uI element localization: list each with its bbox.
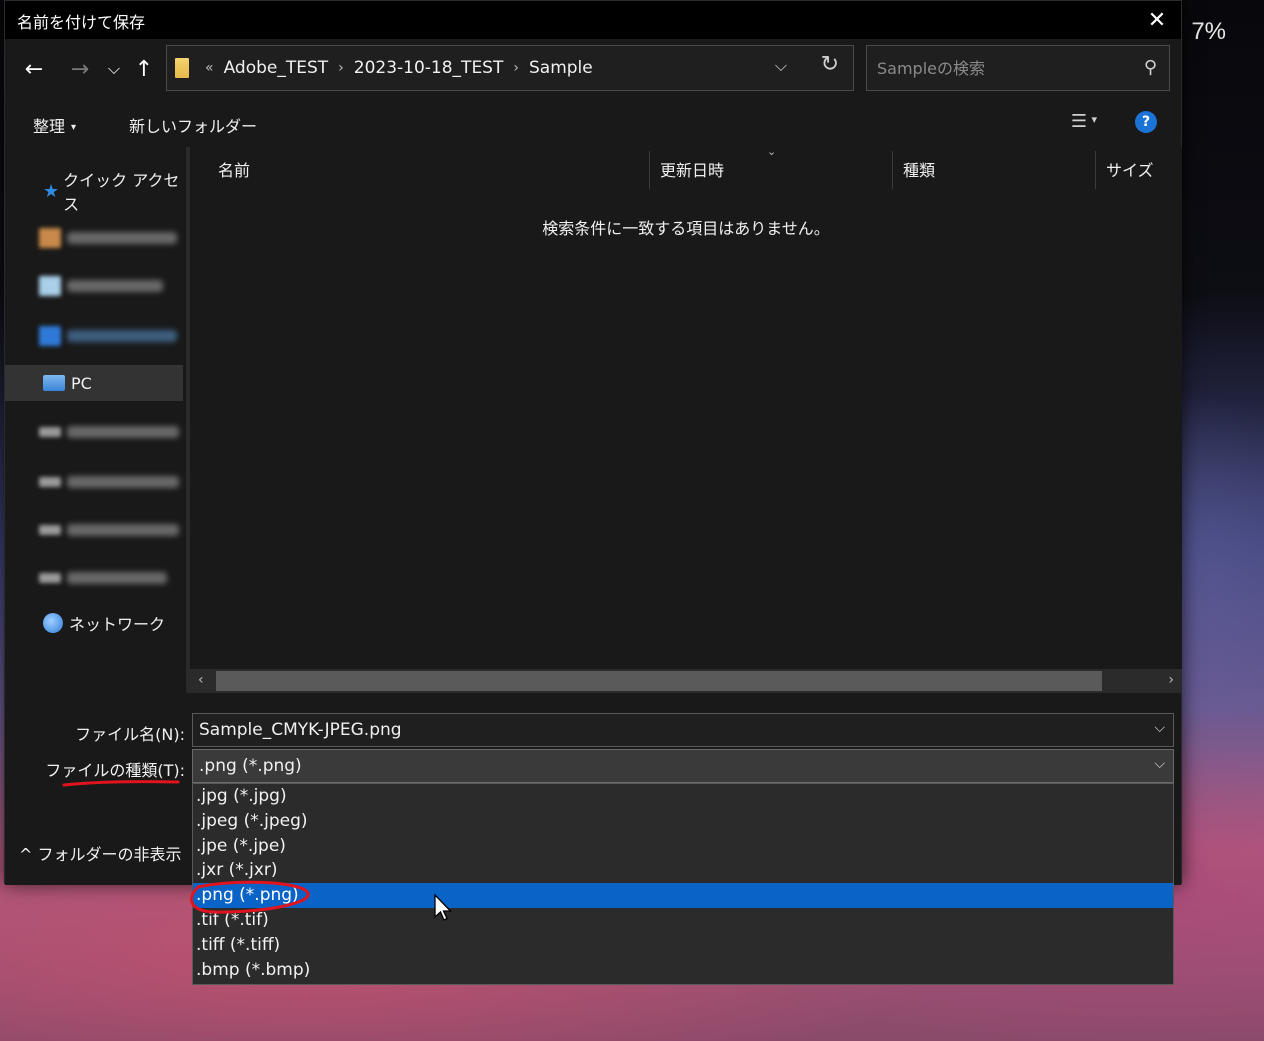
horizontal-scrollbar[interactable]: ‹ › bbox=[190, 669, 1182, 693]
redacted-icon bbox=[39, 276, 61, 296]
filetype-option-highlighted[interactable]: .png (*.png) bbox=[193, 883, 1173, 908]
file-list-view: 名前 ⌄ 更新日時 種類 サイズ 検索条件に一致する項目はありません。 ‹ › bbox=[190, 145, 1182, 693]
sidebar-item-redacted[interactable] bbox=[39, 519, 184, 541]
folder-icon bbox=[175, 58, 189, 78]
forward-button[interactable]: → bbox=[65, 51, 95, 87]
search-icon[interactable]: ⚲ bbox=[1144, 57, 1157, 78]
background-percent-text: 7% bbox=[1191, 18, 1226, 45]
sidebar-item-label: クイック アクセス bbox=[63, 171, 180, 214]
sidebar-item-redacted[interactable] bbox=[39, 227, 184, 249]
breadcrumb-separator[interactable]: › bbox=[338, 60, 344, 76]
scrollbar-thumb[interactable] bbox=[216, 671, 1102, 691]
back-button[interactable]: ← bbox=[19, 51, 49, 87]
column-header-name[interactable]: 名前 bbox=[208, 147, 648, 191]
filetype-option[interactable]: .jpe (*.jpe) bbox=[193, 834, 1173, 859]
close-button[interactable]: ✕ bbox=[1133, 1, 1181, 39]
sidebar-item-quick-access[interactable]: ★ クイック アクセス bbox=[5, 171, 183, 214]
organize-label: 整理 bbox=[33, 117, 66, 136]
annotation-circle bbox=[189, 880, 310, 914]
computer-icon bbox=[43, 375, 65, 391]
sidebar-item-pc[interactable]: PC bbox=[5, 365, 183, 401]
empty-folder-message: 検索条件に一致する項目はありません。 bbox=[542, 219, 830, 238]
redacted-icon bbox=[39, 326, 61, 346]
sidebar-item-redacted[interactable] bbox=[39, 567, 184, 589]
filename-combobox[interactable]: ⌵ bbox=[192, 713, 1174, 747]
organize-menu-button[interactable]: 整理 ▾ bbox=[33, 113, 76, 137]
dialog-title: 名前を付けて保存 bbox=[17, 13, 146, 32]
breadcrumb-item[interactable]: Adobe_TEST bbox=[224, 58, 329, 78]
view-dropdown-button[interactable]: ▾ bbox=[1091, 113, 1097, 126]
column-header-type[interactable]: 種類 bbox=[893, 147, 1093, 191]
annotation-underline bbox=[62, 780, 180, 787]
redacted-label bbox=[67, 572, 167, 584]
chevron-down-icon[interactable]: ⌵ bbox=[1154, 756, 1165, 772]
chevron-down-icon: ▾ bbox=[71, 122, 77, 133]
search-box[interactable]: ⚲ bbox=[866, 45, 1170, 91]
drive-icon bbox=[39, 477, 61, 487]
filetype-option[interactable]: .tiff (*.tiff) bbox=[193, 933, 1173, 958]
redacted-label bbox=[67, 232, 177, 244]
column-header-size[interactable]: サイズ bbox=[1096, 147, 1182, 191]
help-button[interactable]: ? bbox=[1135, 111, 1157, 133]
sidebar-item-network[interactable]: ネットワーク bbox=[5, 605, 183, 641]
filetype-option[interactable]: .jpg (*.jpg) bbox=[193, 784, 1173, 809]
drive-icon bbox=[39, 427, 61, 437]
title-bar: 名前を付けて保存 ✕ bbox=[5, 1, 1181, 39]
sidebar-item-label: ネットワーク bbox=[69, 615, 166, 634]
redacted-label bbox=[67, 280, 163, 292]
filetype-option[interactable]: .jpeg (*.jpeg) bbox=[193, 809, 1173, 834]
filetype-dropdown-list[interactable]: .jpg (*.jpg) .jpeg (*.jpeg) .jpe (*.jpe)… bbox=[192, 783, 1174, 985]
navigation-bar: ← → ⌵ ↑ « Adobe_TEST › 2023-10-18_TEST ›… bbox=[5, 39, 1181, 101]
new-folder-button[interactable]: 新しいフォルダー bbox=[129, 113, 257, 137]
redacted-label bbox=[67, 330, 177, 342]
refresh-button[interactable]: ↻ bbox=[821, 52, 839, 77]
filetype-option[interactable]: .tif (*.tif) bbox=[193, 908, 1173, 933]
filetype-option[interactable]: .bmp (*.bmp) bbox=[193, 958, 1173, 983]
filetype-selected-value: .png (*.png) bbox=[199, 756, 302, 776]
sidebar-item-redacted[interactable] bbox=[39, 421, 184, 443]
hide-folders-toggle[interactable]: ^ フォルダーの非表示 bbox=[19, 841, 182, 865]
save-as-dialog: 名前を付けて保存 ✕ ← → ⌵ ↑ « Adobe_TEST › 2023-1… bbox=[4, 0, 1182, 885]
search-input[interactable] bbox=[877, 58, 1127, 78]
view-options-icon[interactable]: ☰ bbox=[1071, 111, 1087, 132]
filetype-option[interactable]: .jxr (*.jxr) bbox=[193, 858, 1173, 883]
redacted-label bbox=[67, 524, 179, 536]
navigation-pane: ★ クイック アクセス PC ネットワーク bbox=[5, 147, 185, 693]
filetype-select[interactable]: .png (*.png) ⌵ bbox=[192, 749, 1174, 783]
redacted-label bbox=[67, 476, 179, 488]
recent-locations-button[interactable]: ⌵ bbox=[99, 51, 129, 87]
up-button[interactable]: ↑ bbox=[129, 51, 159, 87]
column-header-modified[interactable]: 更新日時 bbox=[650, 147, 892, 191]
redacted-icon bbox=[39, 228, 61, 248]
sidebar-item-label: PC bbox=[71, 373, 92, 393]
filename-label: ファイル名(N): bbox=[75, 725, 185, 744]
command-bar: 整理 ▾ 新しいフォルダー ☰ ▾ ? bbox=[5, 101, 1181, 147]
sidebar-item-redacted[interactable] bbox=[39, 325, 184, 347]
filename-input[interactable] bbox=[199, 720, 1099, 740]
sidebar-item-redacted[interactable] bbox=[39, 471, 184, 493]
drive-icon bbox=[39, 525, 61, 535]
scroll-left-button[interactable]: ‹ bbox=[198, 672, 204, 688]
address-dropdown-button[interactable]: ⌵ bbox=[775, 56, 787, 76]
breadcrumb-separator[interactable]: › bbox=[513, 60, 519, 76]
address-bar[interactable]: « Adobe_TEST › 2023-10-18_TEST › Sample … bbox=[166, 45, 854, 91]
redacted-label bbox=[67, 426, 179, 438]
breadcrumb-overflow[interactable]: « bbox=[205, 60, 214, 76]
sidebar-item-redacted[interactable] bbox=[39, 275, 184, 297]
chevron-down-icon[interactable]: ⌵ bbox=[1154, 720, 1165, 736]
breadcrumb-item[interactable]: Sample bbox=[529, 58, 593, 78]
breadcrumb-item[interactable]: 2023-10-18_TEST bbox=[354, 58, 504, 78]
drive-icon bbox=[39, 573, 61, 583]
star-icon: ★ bbox=[43, 180, 60, 202]
scroll-right-button[interactable]: › bbox=[1168, 672, 1174, 688]
network-icon bbox=[43, 613, 63, 633]
mouse-cursor-icon bbox=[434, 893, 453, 921]
